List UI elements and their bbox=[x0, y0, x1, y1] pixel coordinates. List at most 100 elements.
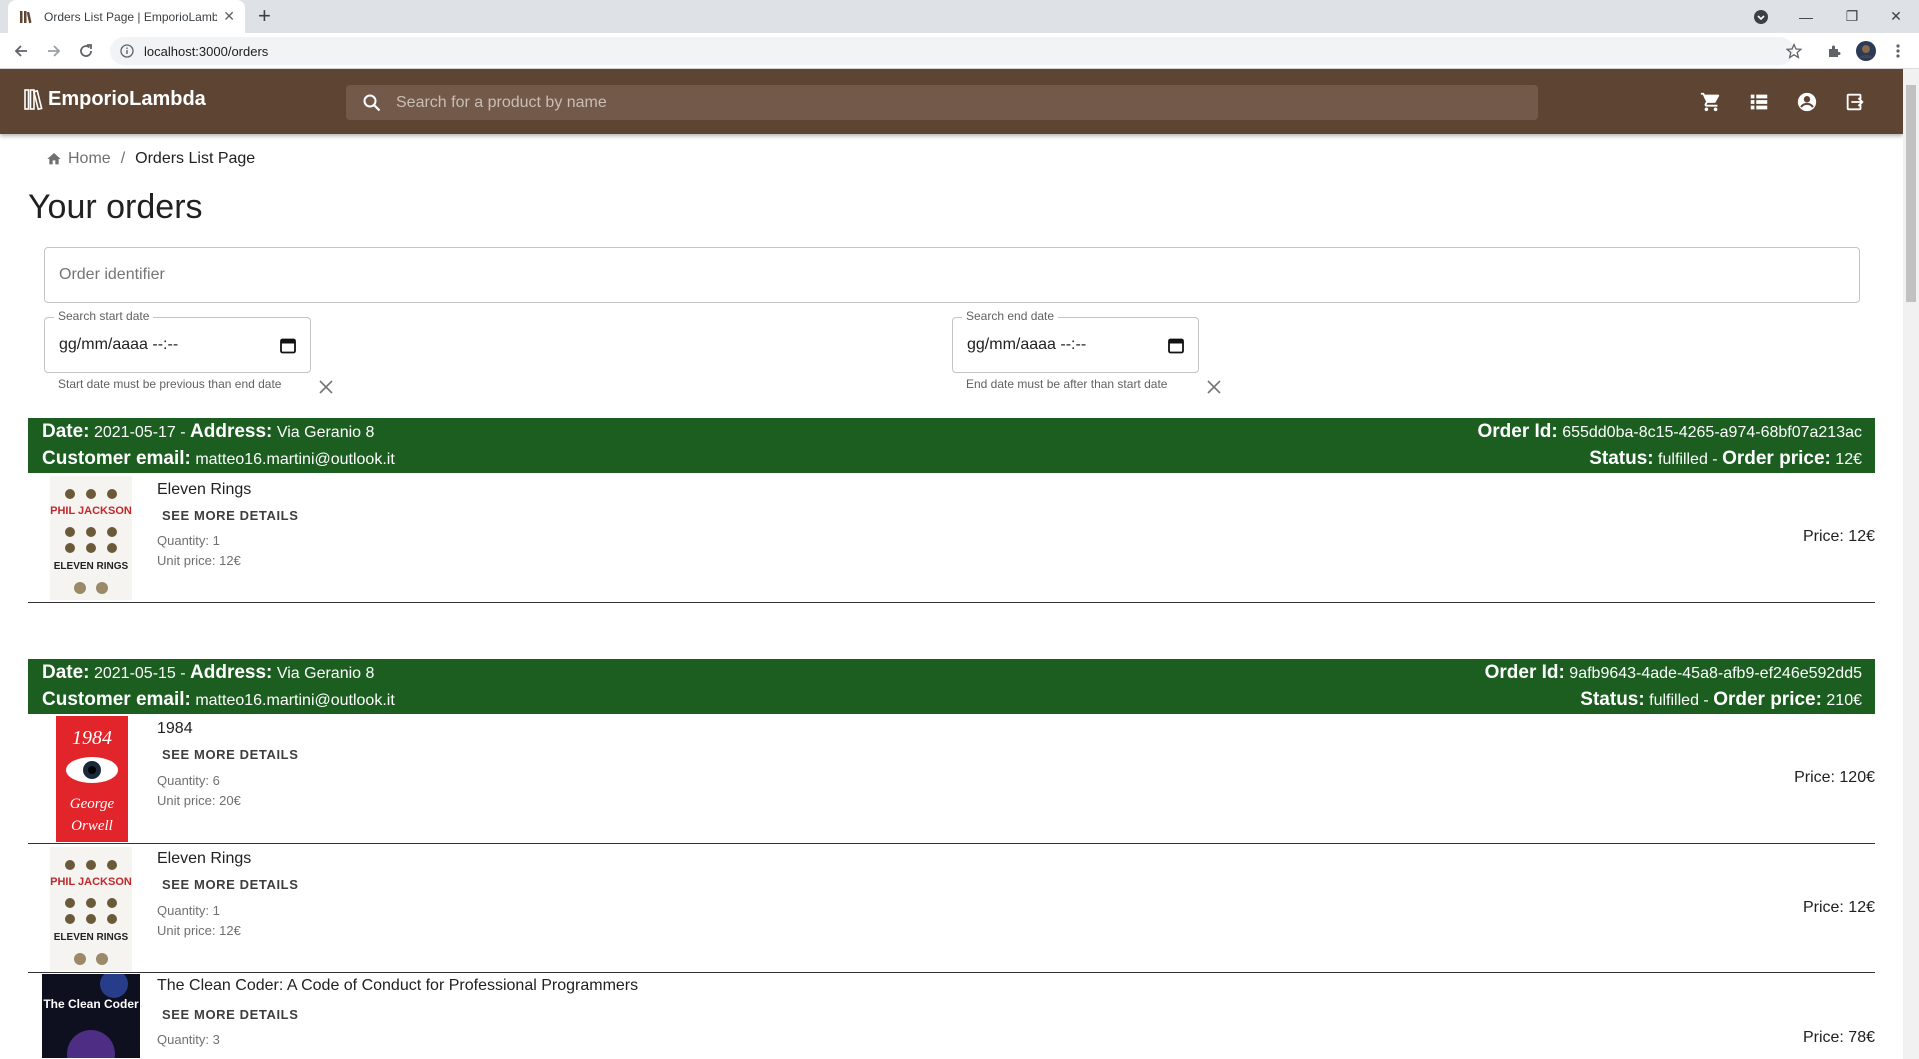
item-title[interactable]: Eleven Rings bbox=[157, 481, 251, 499]
end-date-value[interactable]: gg/mm/aaaa --:-- bbox=[967, 336, 1168, 354]
item-quantity: Quantity: 6 bbox=[157, 773, 220, 788]
order-price: 12€ bbox=[1835, 451, 1862, 468]
avatar[interactable] bbox=[1854, 39, 1878, 63]
order-id-line: Order Id: 655dd0ba-8c15-4265-a974-68bf07… bbox=[1478, 421, 1863, 443]
item-meta: Quantity: 1 Unit price: 12€ bbox=[157, 901, 241, 941]
search-input[interactable] bbox=[396, 93, 1496, 112]
item-title[interactable]: Eleven Rings bbox=[157, 850, 251, 868]
browser-toolbar: localhost:3000/orders bbox=[0, 33, 1919, 69]
see-more-details-button[interactable]: SEE MORE DETAILS bbox=[162, 747, 298, 762]
order-id-line: Order Id: 9afb9643-4ade-45a8-afb9-ef246e… bbox=[1485, 662, 1862, 684]
reload-icon[interactable] bbox=[74, 39, 98, 63]
close-window-icon[interactable]: ✕ bbox=[1873, 0, 1919, 33]
item-meta: Quantity: 3 bbox=[157, 1030, 220, 1050]
brand-logo[interactable]: EmporioLambda bbox=[24, 87, 206, 111]
item-price: Price: 120€ bbox=[1794, 769, 1875, 786]
new-tab-icon[interactable]: + bbox=[258, 5, 271, 27]
email-label: Customer email: bbox=[42, 689, 191, 710]
cover-author: PHIL JACKSON bbox=[50, 876, 132, 888]
scrollbar-thumb[interactable] bbox=[1906, 85, 1916, 302]
item-unit-price: Unit price: 12€ bbox=[157, 923, 241, 938]
start-date-field[interactable]: Search start date gg/mm/aaaa --:-- bbox=[44, 309, 311, 373]
cover-author: Orwell bbox=[71, 818, 113, 834]
order-address: Via Geranio 8 bbox=[276, 424, 375, 441]
order-id: 655dd0ba-8c15-4265-a974-68bf07a213ac bbox=[1562, 424, 1862, 441]
order-identifier-input[interactable] bbox=[59, 266, 1859, 284]
forward-icon[interactable] bbox=[42, 39, 66, 63]
order-price-label: Order price: bbox=[1722, 448, 1831, 469]
see-more-details-button[interactable]: SEE MORE DETAILS bbox=[162, 1007, 298, 1022]
breadcrumb: Home / Orders List Page bbox=[46, 150, 255, 168]
address-bar[interactable]: localhost:3000/orders bbox=[110, 37, 1794, 65]
cover-author: George bbox=[70, 796, 115, 812]
order-price-label: Order price: bbox=[1713, 689, 1822, 710]
see-more-details-button[interactable]: SEE MORE DETAILS bbox=[162, 508, 298, 523]
order-customer-email: Customer email: matteo16.martini@outlook… bbox=[42, 448, 395, 470]
item-unit-price: Unit price: 12€ bbox=[157, 553, 241, 568]
order-identifier-field[interactable] bbox=[44, 247, 1860, 303]
start-date-label: Search start date bbox=[54, 309, 154, 323]
address-label: Address: bbox=[190, 421, 273, 442]
clear-end-date-icon[interactable] bbox=[1205, 378, 1223, 396]
calendar-icon[interactable] bbox=[280, 337, 296, 354]
back-icon[interactable] bbox=[9, 39, 33, 63]
order-header: Date: 2021-05-15 - Address: Via Geranio … bbox=[28, 659, 1875, 714]
breadcrumb-home-link[interactable]: Home bbox=[68, 150, 111, 168]
order-item: PHIL JACKSON ELEVEN RINGS Eleven Rings S… bbox=[28, 844, 1875, 973]
cover-title: The Clean Coder bbox=[43, 997, 139, 1011]
item-meta: Quantity: 1 Unit price: 12€ bbox=[157, 531, 241, 571]
orders-list-icon[interactable] bbox=[1747, 90, 1771, 114]
customer-email: matteo16.martini@outlook.it bbox=[195, 692, 395, 709]
cover-title: 1984 bbox=[72, 727, 112, 749]
url-text: localhost:3000/orders bbox=[144, 43, 269, 59]
order-id-label: Order Id: bbox=[1484, 662, 1565, 683]
order-status: fulfilled bbox=[1658, 451, 1708, 468]
calendar-icon[interactable] bbox=[1168, 337, 1184, 354]
bookmark-star-icon[interactable] bbox=[1782, 39, 1806, 63]
date-label: Date: bbox=[42, 421, 90, 442]
extensions-icon[interactable] bbox=[1822, 39, 1846, 63]
end-date-field[interactable]: Search end date gg/mm/aaaa --:-- bbox=[952, 309, 1199, 373]
browser-tab[interactable]: Orders List Page | EmporioLambda ✕ bbox=[8, 0, 245, 33]
eleven-rings-cover-image[interactable]: PHIL JACKSON ELEVEN RINGS bbox=[50, 476, 132, 600]
order-address: Via Geranio 8 bbox=[276, 665, 375, 682]
item-quantity: Quantity: 1 bbox=[157, 533, 220, 548]
search-icon bbox=[363, 94, 381, 111]
breadcrumb-separator: / bbox=[120, 150, 126, 167]
restore-icon[interactable]: ❐ bbox=[1829, 0, 1875, 33]
logout-icon[interactable] bbox=[1843, 90, 1867, 114]
end-date-helper: End date must be after than start date bbox=[966, 377, 1168, 391]
start-date-value[interactable]: gg/mm/aaaa --:-- bbox=[59, 336, 280, 354]
clean-coder-cover-image[interactable]: The Clean Coder bbox=[42, 974, 140, 1058]
status-label: Status: bbox=[1580, 689, 1645, 710]
order-customer-email: Customer email: matteo16.martini@outlook… bbox=[42, 689, 395, 711]
tab-title: Orders List Page | EmporioLambda bbox=[44, 9, 218, 24]
order-date: 2021-05-17 bbox=[93, 424, 176, 441]
nineteen-eighty-four-cover-image[interactable]: 1984 George Orwell bbox=[56, 716, 128, 842]
order-item: The Clean Coder The Clean Coder: A Code … bbox=[28, 973, 1875, 1059]
close-tab-icon[interactable]: ✕ bbox=[223, 8, 235, 25]
app-bar: EmporioLambda bbox=[0, 69, 1903, 134]
browser-tabstrip: Orders List Page | EmporioLambda ✕ + — ❐… bbox=[0, 0, 1919, 33]
account-icon[interactable] bbox=[1795, 90, 1819, 114]
cart-icon[interactable] bbox=[1699, 90, 1723, 114]
minimize-icon[interactable]: — bbox=[1783, 0, 1829, 33]
order-date-address: Date: 2021-05-17 - Address: Via Geranio … bbox=[42, 421, 375, 442]
profile-menu-icon[interactable] bbox=[1738, 0, 1784, 33]
eleven-rings-cover-image[interactable]: PHIL JACKSON ELEVEN RINGS bbox=[50, 847, 132, 971]
date-label: Date: bbox=[42, 662, 90, 683]
address-label: Address: bbox=[190, 662, 273, 683]
brand-name: EmporioLambda bbox=[48, 87, 206, 110]
see-more-details-button[interactable]: SEE MORE DETAILS bbox=[162, 877, 298, 892]
home-icon[interactable] bbox=[46, 151, 62, 167]
item-title[interactable]: 1984 bbox=[157, 720, 193, 738]
clear-start-date-icon[interactable] bbox=[317, 378, 335, 396]
cover-title: ELEVEN RINGS bbox=[54, 561, 129, 572]
browser-menu-icon[interactable] bbox=[1886, 39, 1910, 63]
item-title[interactable]: The Clean Coder: A Code of Conduct for P… bbox=[157, 977, 638, 995]
item-meta: Quantity: 6 Unit price: 20€ bbox=[157, 771, 241, 811]
info-icon[interactable] bbox=[120, 44, 134, 58]
cover-title: ELEVEN RINGS bbox=[54, 932, 129, 943]
product-search[interactable] bbox=[346, 85, 1538, 120]
order-item: 1984 George Orwell 1984 SEE MORE DETAILS… bbox=[28, 714, 1875, 844]
